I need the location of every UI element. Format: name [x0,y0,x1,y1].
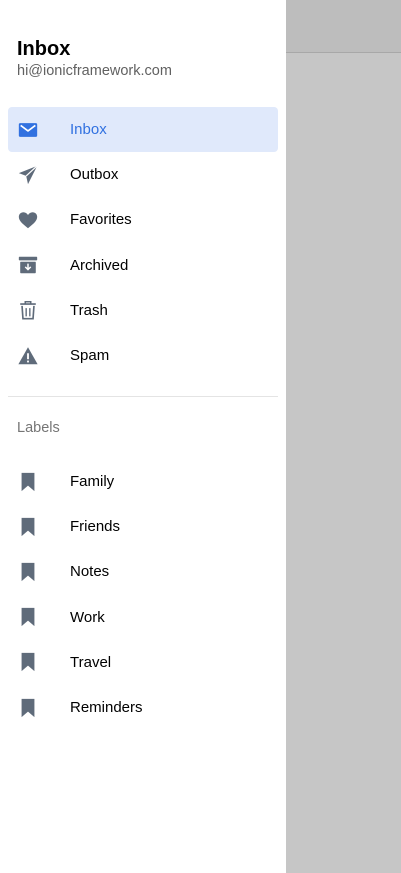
heart-icon [17,209,39,231]
menu-nav-list: Inbox Outbox Favorites Archived Trash Sp… [8,107,278,378]
label-item-text: Reminders [70,699,143,717]
bookmark-icon [17,516,39,538]
menu-item-label: Inbox [70,121,107,139]
warning-icon [17,345,39,367]
menu-header: Inbox hi@ionicframework.com [17,36,172,80]
menu-item-archived[interactable]: Archived [8,243,278,288]
label-item-notes[interactable]: Notes [8,549,278,594]
bookmark-icon [17,561,39,583]
side-menu: Inbox hi@ionicframework.com Inbox Outbox… [0,0,286,873]
menu-item-trash[interactable]: Trash [8,288,278,333]
menu-item-outbox[interactable]: Outbox [8,152,278,197]
menu-item-label: Favorites [70,211,132,229]
bookmark-icon [17,697,39,719]
label-item-text: Travel [70,653,112,671]
mail-icon [17,119,39,141]
bookmark-icon [17,606,39,628]
labels-list: Family Friends Notes Work Travel Reminde… [8,459,278,730]
bookmark-icon [17,471,39,493]
archive-icon [17,254,39,276]
bookmark-icon [17,651,39,673]
menu-subtitle: hi@ionicframework.com [17,63,172,79]
label-item-text: Friends [70,518,121,536]
menu-item-inbox[interactable]: Inbox [8,107,278,153]
menu-item-label: Outbox [70,166,119,184]
menu-item-label: Archived [70,256,129,274]
label-item-family[interactable]: Family [8,459,278,504]
menu-item-label: Spam [70,347,110,365]
menu-divider [8,396,278,397]
menu-item-spam[interactable]: Spam [8,333,278,378]
label-item-text: Work [70,608,105,626]
content-backdrop[interactable] [286,0,401,873]
label-item-work[interactable]: Work [8,595,278,640]
label-item-reminders[interactable]: Reminders [8,685,278,730]
label-item-travel[interactable]: Travel [8,640,278,685]
trash-icon [17,299,39,321]
menu-item-favorites[interactable]: Favorites [8,197,278,242]
label-item-friends[interactable]: Friends [8,504,278,549]
label-item-text: Notes [70,563,110,581]
menu-item-label: Trash [70,301,108,319]
menu-title: Inbox [17,38,71,60]
paper-plane-icon [17,164,39,186]
content-toolbar [286,0,401,53]
label-item-text: Family [70,473,115,491]
labels-header: Labels [17,420,60,436]
